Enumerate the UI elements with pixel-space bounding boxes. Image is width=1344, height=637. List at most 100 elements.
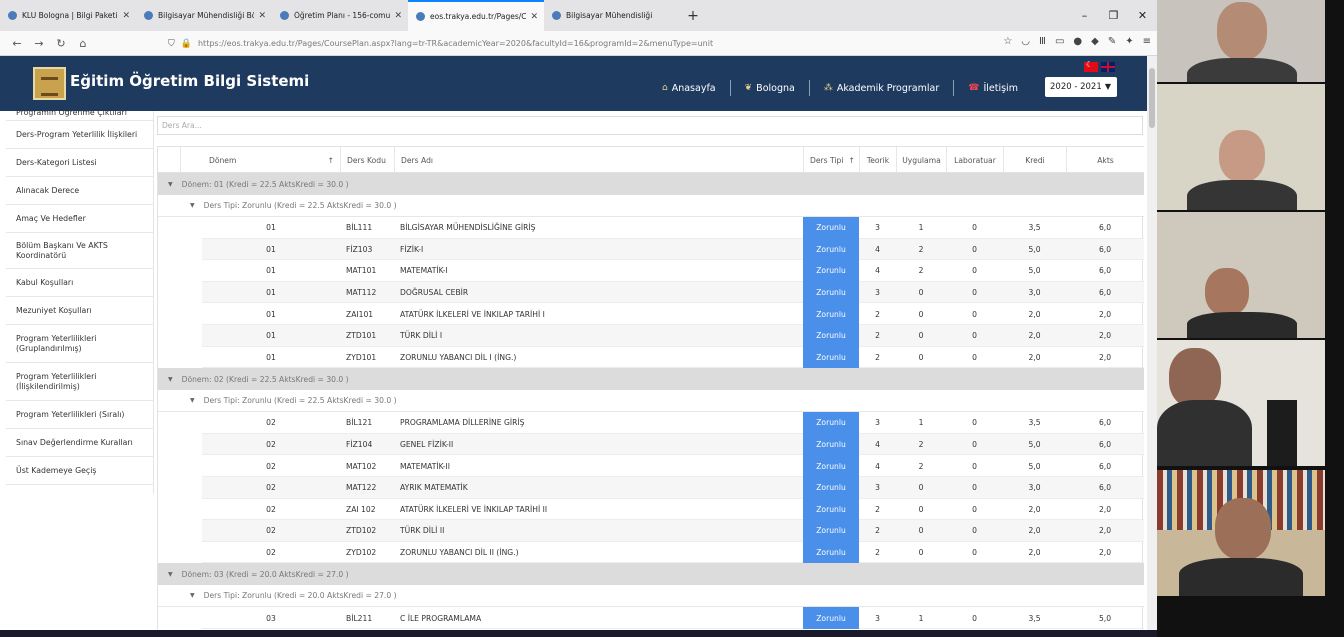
table-row[interactable]: 03 BİL211 C İLE PROGRAMLAMA Zorunlu 3 1 0 3,5 5,… xyxy=(202,607,1144,629)
sidebar-item[interactable]: Alınacak Derece xyxy=(6,177,154,205)
menu-icon[interactable]: ≡ xyxy=(1143,36,1151,47)
scroll-thumb[interactable] xyxy=(1149,68,1155,128)
extension4-icon[interactable]: ✦ xyxy=(1125,36,1133,47)
collapse-triangle-icon[interactable]: ▼ xyxy=(190,397,195,404)
col-tip[interactable]: Ders Tipi ↑ xyxy=(803,147,859,174)
url-bar[interactable]: ⛉ 🔒 https://eos.trakya.edu.tr/Pages/Cour… xyxy=(160,34,960,53)
nav-anasayfa[interactable]: ⌂ Anasayfa xyxy=(648,83,730,94)
group-row-donem[interactable]: ▼ Dönem: 01 (Kredi = 22.5 AktsKredi = 30.… xyxy=(158,173,1144,195)
table-row[interactable]: 01 MAT112 DOĞRUSAL CEBİR Zorunlu 3 0 0 3,0 6,0 xyxy=(202,281,1144,304)
minimize-icon[interactable]: – xyxy=(1070,0,1099,31)
col-akts[interactable]: Akts xyxy=(1066,147,1144,174)
close-tab-icon[interactable]: ✕ xyxy=(122,11,130,21)
group-row-donem[interactable]: ▼ Dönem: 03 (Kredi = 20.0 AktsKredi = 27.… xyxy=(158,563,1144,586)
table-row[interactable]: 02 BİL121 PROGRAMLAMA DİLLERİNE GİRİŞ Zorun… xyxy=(202,412,1144,434)
group-row-tip[interactable]: ▼ Ders Tipi: Zorunlu (Kredi = 22.5 AktsKr… xyxy=(158,390,1144,413)
page-scrollbar[interactable] xyxy=(1147,56,1157,630)
extension2-icon[interactable]: ◆ xyxy=(1091,36,1099,47)
back-icon[interactable]: ← xyxy=(6,37,28,50)
col-adi[interactable]: Ders Adı xyxy=(394,147,803,174)
browser-tab[interactable]: Bilgisayar Mühendisliği Bölümü 202✕ xyxy=(136,0,272,31)
table-row[interactable]: 02 ZYD102 ZORUNLU YABANCI DİL II (İNG.) Zor… xyxy=(202,541,1144,564)
cell-teorik: 2 xyxy=(875,352,880,362)
library-icon[interactable]: Ⅲ xyxy=(1039,36,1046,47)
forward-icon[interactable]: → xyxy=(28,37,50,50)
table-row[interactable]: 02 FİZ104 GENEL FİZİK-II Zorunlu 4 2 0 5,0 6,0 xyxy=(202,433,1144,456)
group-row-tip[interactable]: ▼ Ders Tipi: Zorunlu (Kredi = 22.5 AktsKr… xyxy=(158,195,1144,217)
close-window-icon[interactable]: ✕ xyxy=(1128,0,1157,31)
collapse-triangle-icon[interactable]: ▼ xyxy=(190,592,195,599)
new-tab-button[interactable]: + xyxy=(680,0,706,31)
favicon-icon xyxy=(8,11,17,20)
group-label: Dönem: 01 (Kredi = 22.5 AktsKredi = 30.0… xyxy=(181,179,349,189)
course-grid: Dönem ↑ Ders Kodu Ders Adı Ders Tipi ↑ T… xyxy=(157,146,1144,630)
sidebar-item[interactable]: Mezuniyet Koşulları xyxy=(6,297,154,325)
table-row[interactable]: 01 ZTD101 TÜRK DİLİ I Zorunlu 2 0 0 2,0 2,0 xyxy=(202,325,1144,347)
university-logo[interactable] xyxy=(33,67,66,100)
sidebar-item[interactable]: Amaç Ve Hedefler xyxy=(6,205,154,233)
close-tab-icon[interactable]: ✕ xyxy=(530,12,538,22)
sidebar-item[interactable]: Ders-Program Yeterlilik İlişkileri xyxy=(6,121,154,149)
table-row[interactable]: 01 MAT101 MATEMATİK-I Zorunlu 4 2 0 5,0 6,0 xyxy=(202,260,1144,282)
turkish-flag-icon[interactable] xyxy=(1084,60,1098,72)
sidebar-item[interactable]: Ders-Kategori Listesi xyxy=(6,149,154,177)
col-kod[interactable]: Ders Kodu xyxy=(340,147,394,174)
col-lab[interactable]: Laboratuar xyxy=(946,147,1003,174)
sidebar-item[interactable]: Bölüm Başkanı Ve AKTS Koordinatörü xyxy=(6,233,154,269)
maximize-icon[interactable]: ❐ xyxy=(1099,0,1128,31)
close-tab-icon[interactable]: ✕ xyxy=(258,11,266,21)
col-uygulama[interactable]: Uygulama xyxy=(896,147,946,174)
sidebar-item[interactable]: Program Yeterlilikleri (Gruplandırılmış) xyxy=(6,325,154,363)
table-row[interactable]: 02 MAT102 MATEMATİK-II Zorunlu 4 2 0 5,0 6,0 xyxy=(202,455,1144,477)
sidebar-item[interactable]: Üst Kademeye Geçiş xyxy=(6,457,154,485)
table-row[interactable]: 01 BİL111 BİLGİSAYAR MÜHENDİSLİĞİNE GİRİŞ Z… xyxy=(202,217,1144,239)
table-row[interactable]: 02 ZTD102 TÜRK DİLİ II Zorunlu 2 0 0 2,0 2,0 xyxy=(202,520,1144,542)
cell-kod: ZAI 102 xyxy=(346,504,376,514)
sidebar-item[interactable]: Kabul Koşulları xyxy=(6,269,154,297)
table-row[interactable]: 02 MAT122 AYRIK MATEMATİK Zorunlu 3 0 0 3,0 6,0 xyxy=(202,477,1144,499)
extension-icon[interactable]: ● xyxy=(1073,36,1082,47)
sidebar-item[interactable]: Program Yeterlilikleri (İlişkilendirilmi… xyxy=(6,363,154,401)
browser-tab[interactable]: eos.trakya.edu.tr/Pages/CoursePlan✕ xyxy=(408,0,544,31)
cell-tip: Zorunlu xyxy=(803,238,859,261)
col-kredi[interactable]: Kredi xyxy=(1003,147,1066,174)
collapse-triangle-icon[interactable]: ▼ xyxy=(168,376,173,383)
col-teorik[interactable]: Teorik xyxy=(859,147,896,174)
sidebar-icon[interactable]: ▭ xyxy=(1055,36,1064,47)
collapse-triangle-icon[interactable]: ▼ xyxy=(190,202,195,209)
browser-tab[interactable]: Öğretim Planı - 156-comu_bilmuh_✕ xyxy=(272,0,408,31)
table-row[interactable]: 01 FİZ103 FİZİK-I Zorunlu 4 2 0 5,0 6,0 xyxy=(202,238,1144,261)
extension3-icon[interactable]: ✎ xyxy=(1108,36,1116,47)
table-row[interactable]: 01 ZYD101 ZORUNLU YABANCI DİL I (İNG.) Zoru… xyxy=(202,346,1144,369)
collapse-triangle-icon[interactable]: ▼ xyxy=(168,571,173,578)
home-nav-icon[interactable]: ⌂ xyxy=(72,37,94,50)
pocket-icon[interactable]: ◡ xyxy=(1021,36,1030,47)
sidebar-item[interactable]: Program Yeterlilikleri (Sıralı) xyxy=(6,401,154,429)
participant-body xyxy=(1187,58,1297,82)
close-tab-icon[interactable]: ✕ xyxy=(394,11,402,21)
group-row-donem[interactable]: ▼ Dönem: 02 (Kredi = 22.5 AktsKredi = 30.… xyxy=(158,368,1144,391)
reload-icon[interactable]: ↻ xyxy=(50,37,72,50)
nav-iletisim[interactable]: ☎ İletişim xyxy=(954,83,1032,94)
nav-akademik-programlar[interactable]: ⁂ Akademik Programlar xyxy=(810,83,953,94)
collapse-triangle-icon[interactable]: ▼ xyxy=(168,181,173,188)
sidebar-item[interactable]: Programın Öğrenme Çıktıları xyxy=(6,105,154,121)
favicon-icon xyxy=(280,11,289,20)
english-flag-icon[interactable] xyxy=(1101,62,1115,72)
search-input[interactable]: Ders Ara... xyxy=(157,116,1143,135)
cell-tip: Zorunlu xyxy=(803,281,859,304)
cell-kredi: 5,0 xyxy=(1028,461,1041,471)
group-row-tip[interactable]: ▼ Ders Tipi: Zorunlu (Kredi = 20.0 AktsKr… xyxy=(158,585,1144,608)
sidebar-item[interactable]: Sınav Değerlendirme Kuralları xyxy=(6,429,154,457)
nav-bologna[interactable]: ❦ Bologna xyxy=(731,83,809,94)
col-donem[interactable]: Dönem ↑ xyxy=(180,147,340,174)
table-row[interactable]: 01 ZAI101 ATATÜRK İLKELERİ VE İNKILAP TARİ… xyxy=(202,303,1144,325)
site-title[interactable]: Eğitim Öğretim Bilgi Sistemi xyxy=(70,72,309,90)
browser-tab[interactable]: Bilgisayar Mühendisliği xyxy=(544,0,680,31)
browser-tab[interactable]: KLU Bologna | Bilgi Paketi ✕ xyxy=(0,0,136,31)
bookmark-star-icon[interactable]: ☆ xyxy=(1003,36,1012,47)
cell-kod: ZTD101 xyxy=(346,331,377,341)
cell-akts: 6,0 xyxy=(1098,483,1112,493)
table-row[interactable]: 02 ZAI 102 ATATÜRK İLKELERİ VE İNKILAP TAR… xyxy=(202,498,1144,521)
year-select[interactable]: 2020 - 2021 ▼ xyxy=(1045,77,1117,97)
